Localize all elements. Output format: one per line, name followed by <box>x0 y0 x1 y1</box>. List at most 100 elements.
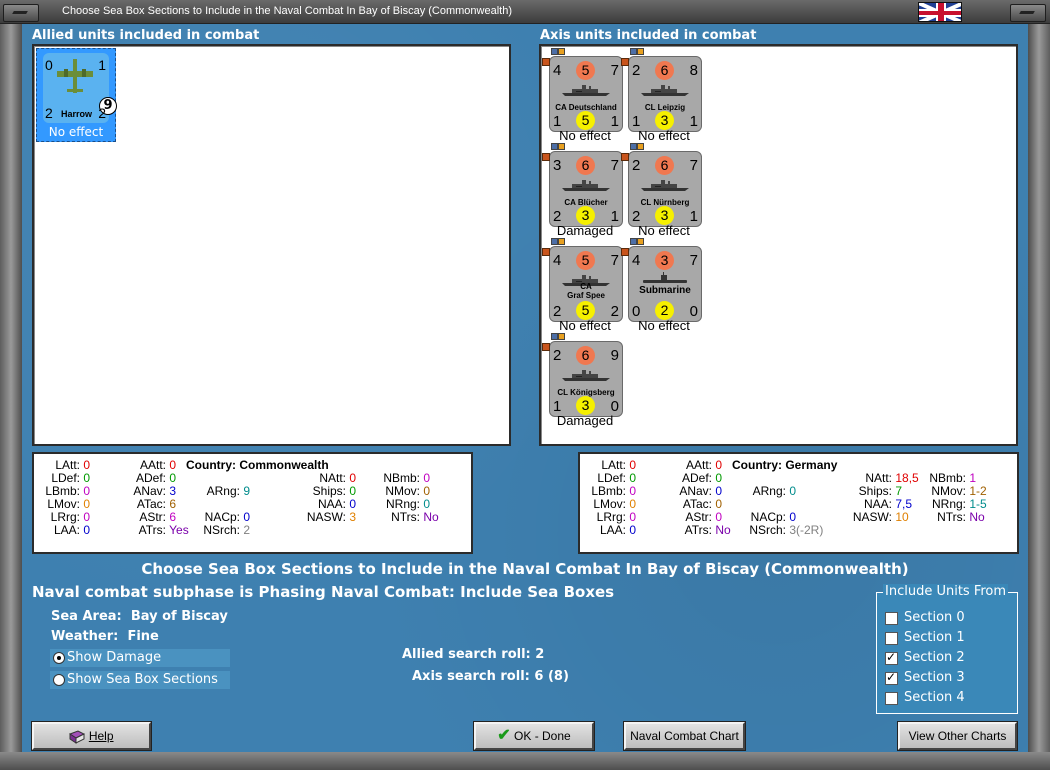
system-menu-button[interactable] <box>3 4 39 22</box>
show-damage-radio[interactable]: Show Damage <box>50 649 230 667</box>
warship-icon <box>562 180 610 191</box>
attack-value: 6 <box>576 346 595 365</box>
attack-value: 3 <box>655 251 674 270</box>
stat-lbmb: LBmb: 0 <box>45 484 91 498</box>
ok-done-button[interactable]: ✔ OK - Done <box>473 721 595 751</box>
unit-value: 7 <box>689 157 698 174</box>
stat-nmov: NMov: 1-2 <box>931 484 987 498</box>
stat-atac: ATac: 0 <box>682 497 723 511</box>
axis-unit-counter[interactable]: 2 6 7 CL Nürnberg 2 3 1 <box>628 151 702 227</box>
convoy-marker-icon <box>558 48 565 55</box>
unit-value: 2 <box>610 303 619 320</box>
warship-icon <box>562 370 610 381</box>
stat-anav: ANav: 0 <box>679 484 723 498</box>
section-marker-icon <box>621 58 629 66</box>
stat-nsrch: NSrch: 3(-2R) <box>749 523 824 537</box>
unit-value: 0 <box>610 398 619 415</box>
submarine-icon <box>643 272 687 283</box>
section-marker-icon <box>542 153 550 161</box>
sea-area-value: Bay of Biscay <box>130 609 228 624</box>
unit-value: 2 <box>632 62 641 79</box>
axis-unit-counter[interactable]: 4 3 7 Submarine 0 2 0 <box>628 246 702 322</box>
unit-value: 2 <box>632 208 641 225</box>
unit-name: CA Graf Spee <box>567 282 605 300</box>
stat-aatt: AAtt: 0 <box>685 458 723 472</box>
window-title: Choose Sea Box Sections to Include in th… <box>62 5 513 17</box>
stat-naa: NAA: 7,5 <box>863 497 913 511</box>
unit-status: No effect <box>48 125 104 139</box>
unit-value: 0 <box>45 57 53 73</box>
convoy-marker-icon <box>558 238 565 245</box>
show-sections-radio[interactable]: Show Sea Box Sections <box>50 671 230 689</box>
section-checkbox-1[interactable]: Section 1 <box>885 629 1015 647</box>
help-button[interactable]: Help <box>31 721 152 751</box>
stat-nrng: NRng: 1-5 <box>931 497 987 511</box>
checkbox-icon[interactable] <box>885 670 898 685</box>
checkbox-icon[interactable] <box>885 650 898 665</box>
axis-unit-counter[interactable]: 4 5 7 CA Deutschland 1 5 1 <box>549 56 623 132</box>
unit-value: 1 <box>689 208 698 225</box>
stat-nasw: NASW: 10 <box>852 510 909 524</box>
stat-anav: ANav: 3 <box>133 484 177 498</box>
allied-units-header: Allied units included in combat <box>32 28 260 43</box>
unit-value: 7 <box>610 62 619 79</box>
axis-unit-counter[interactable]: 2 6 9 CL Königsberg 1 3 0 <box>549 341 623 417</box>
convoy-marker-icon <box>558 333 565 340</box>
unit-value: 1 <box>610 208 619 225</box>
unit-name: Harrow <box>61 109 93 119</box>
unit-status: No effect <box>559 128 611 143</box>
unit-status: No effect <box>638 318 690 333</box>
country-label: Country: Commonwealth <box>186 458 329 472</box>
section-label: Section 4 <box>904 690 965 705</box>
cargo-marker-icon <box>630 238 637 245</box>
axis-unit-counter[interactable]: 2 6 8 CL Leipzig 1 3 1 <box>628 56 702 132</box>
section-checkbox-0[interactable]: Section 0 <box>885 609 1015 627</box>
checkbox-icon[interactable] <box>885 692 898 705</box>
naval-combat-chart-button[interactable]: Naval Combat Chart <box>623 721 746 751</box>
unit-value: 1 <box>553 398 562 415</box>
checkbox-icon[interactable] <box>885 632 898 645</box>
section-checkbox-2[interactable]: Section 2 <box>885 649 1015 667</box>
unit-status: No effect <box>638 223 690 238</box>
stat-nmov: NMov: 0 <box>385 484 431 498</box>
section-label: Section 0 <box>904 610 965 625</box>
stat-nacp: NACp: 0 <box>204 510 251 524</box>
unit-value: 1 <box>632 113 641 130</box>
stat-laa: LAA: 0 <box>599 523 637 537</box>
axis-unit-counter[interactable]: 3 6 7 CA Blücher 2 3 1 <box>549 151 623 227</box>
window-frame-right <box>1028 24 1050 770</box>
unit-value: 2 <box>98 105 106 121</box>
axis-search-roll: Axis search roll: 6 (8) <box>412 669 569 684</box>
unit-value: 4 <box>632 252 641 269</box>
stat-lmov: LMov: 0 <box>593 497 637 511</box>
stat-latt: LAtt: 0 <box>55 458 91 472</box>
weather-label: Weather: Fine <box>51 629 159 644</box>
view-other-charts-button[interactable]: View Other Charts <box>897 721 1018 751</box>
unit-status: No effect <box>638 128 690 143</box>
allied-unit-counter-harrow[interactable]: 0 1 9 2 Harrow 2 No effect <box>36 48 117 142</box>
axis-search-roll-value: 6 (8) <box>534 669 569 684</box>
attack-value: 6 <box>655 156 674 175</box>
close-button[interactable] <box>1010 4 1046 22</box>
unit-value: 4 <box>553 252 562 269</box>
section-checkbox-3[interactable]: Section 3 <box>885 669 1015 687</box>
unit-value: 2 <box>45 105 53 121</box>
stat-adef: ADef: 0 <box>135 471 177 485</box>
other-charts-button-label: View Other Charts <box>908 729 1007 743</box>
stat-ldef: LDef: 0 <box>51 471 91 485</box>
unit-value: 1 <box>98 57 106 73</box>
unit-value: 0 <box>632 303 641 320</box>
checkbox-icon[interactable] <box>885 612 898 625</box>
unit-name: Submarine <box>639 285 691 296</box>
cargo-marker-icon <box>551 48 558 55</box>
stat-latt: LAtt: 0 <box>601 458 637 472</box>
stat-aatt: AAtt: 0 <box>139 458 177 472</box>
country-value: Germany <box>785 458 838 472</box>
convoy-marker-icon <box>558 143 565 150</box>
title-bar: Choose Sea Box Sections to Include in th… <box>0 0 1050 24</box>
axis-unit-counter[interactable]: 4 5 7 CA Graf Spee 2 5 2 <box>549 246 623 322</box>
stat-naa: NAA: 0 <box>317 497 357 511</box>
stat-atac: ATac: 6 <box>136 497 177 511</box>
section-checkbox-4[interactable]: Section 4 <box>885 689 1015 707</box>
unit-value: 8 <box>689 62 698 79</box>
